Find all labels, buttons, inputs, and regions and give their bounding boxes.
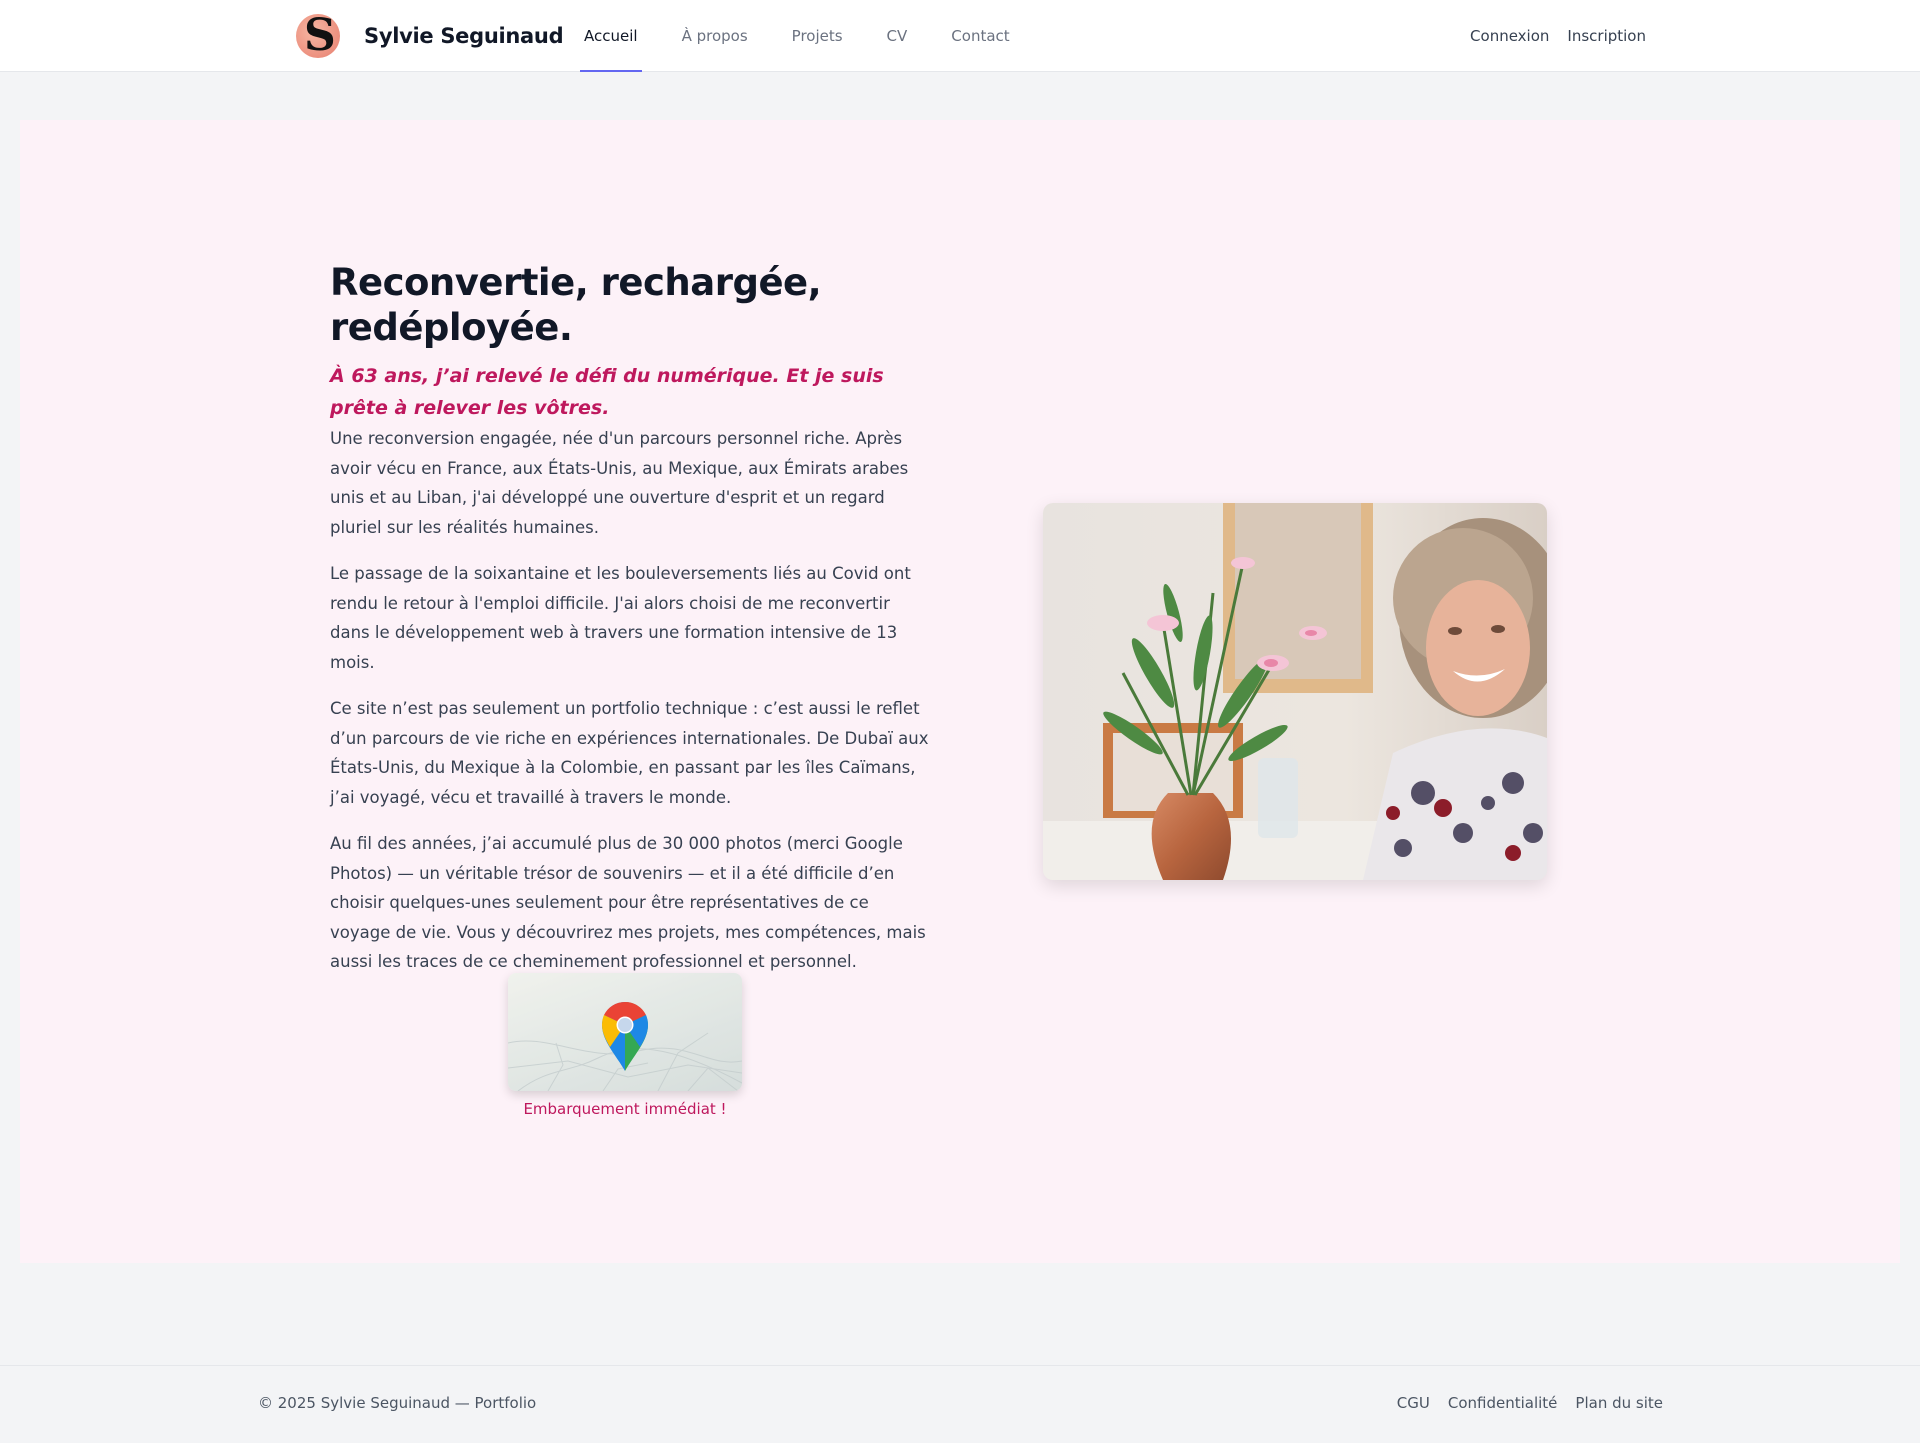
nav-item-cv[interactable]: CV [883,0,912,72]
main-nav: Accueil À propos Projets CV Contact [580,0,1050,72]
hero-paragraph: Une reconversion engagée, née d'un parco… [330,429,909,537]
hero-paragraph: Ce site n’est pas seulement un portfolio… [330,699,929,807]
nav-item-projets[interactable]: Projets [788,0,847,72]
portrait-photo [1043,503,1547,880]
nav-item-contact[interactable]: Contact [947,0,1013,72]
top-navbar: S Sylvie Seguinaud Accueil À propos Proj… [0,0,1920,72]
login-link[interactable]: Connexion [1470,27,1549,45]
nav-item-a-propos[interactable]: À propos [678,0,752,72]
footer-links: CGU Confidentialité Plan du site [1379,1394,1663,1412]
map-pin-icon [601,1001,649,1071]
hero-text-column: Reconvertie, rechargée, redéployée. À 63… [330,260,930,994]
portrait-illustration [1043,503,1547,880]
logo-icon: S [296,14,340,58]
brand-home-link[interactable]: S Sylvie Seguinaud [296,12,564,60]
auth-links: Connexion Inscription [1452,0,1646,72]
map-link-card[interactable]: Embarquement immédiat ! [508,973,742,1118]
footer-copyright: © 2025 Sylvie Seguinaud — Portfolio [258,1394,537,1412]
hero-paragraph: Au fil des années, j’ai accumulé plus de… [330,834,926,971]
nav-item-accueil[interactable]: Accueil [580,0,642,72]
hero-title: Reconvertie, rechargée, redéployée. [330,261,822,349]
brand-name: Sylvie Seguinaud [364,24,564,48]
hero-paragraph: Le passage de la soixantaine et les boul… [330,564,911,672]
signup-link[interactable]: Inscription [1567,27,1646,45]
logo-letter: S [304,14,336,58]
map-thumbnail [508,973,742,1091]
footer-link-cgu[interactable]: CGU [1397,1394,1430,1412]
site-footer: © 2025 Sylvie Seguinaud — Portfolio CGU … [0,1365,1920,1443]
footer-link-plan-du-site[interactable]: Plan du site [1575,1394,1663,1412]
hero-subtitle: À 63 ans, j’ai relevé le défi du numériq… [330,365,884,419]
hero-section: Reconvertie, rechargée, redéployée. À 63… [20,120,1900,1263]
map-caption: Embarquement immédiat ! [523,1100,727,1118]
footer-link-confidentialite[interactable]: Confidentialité [1448,1394,1558,1412]
